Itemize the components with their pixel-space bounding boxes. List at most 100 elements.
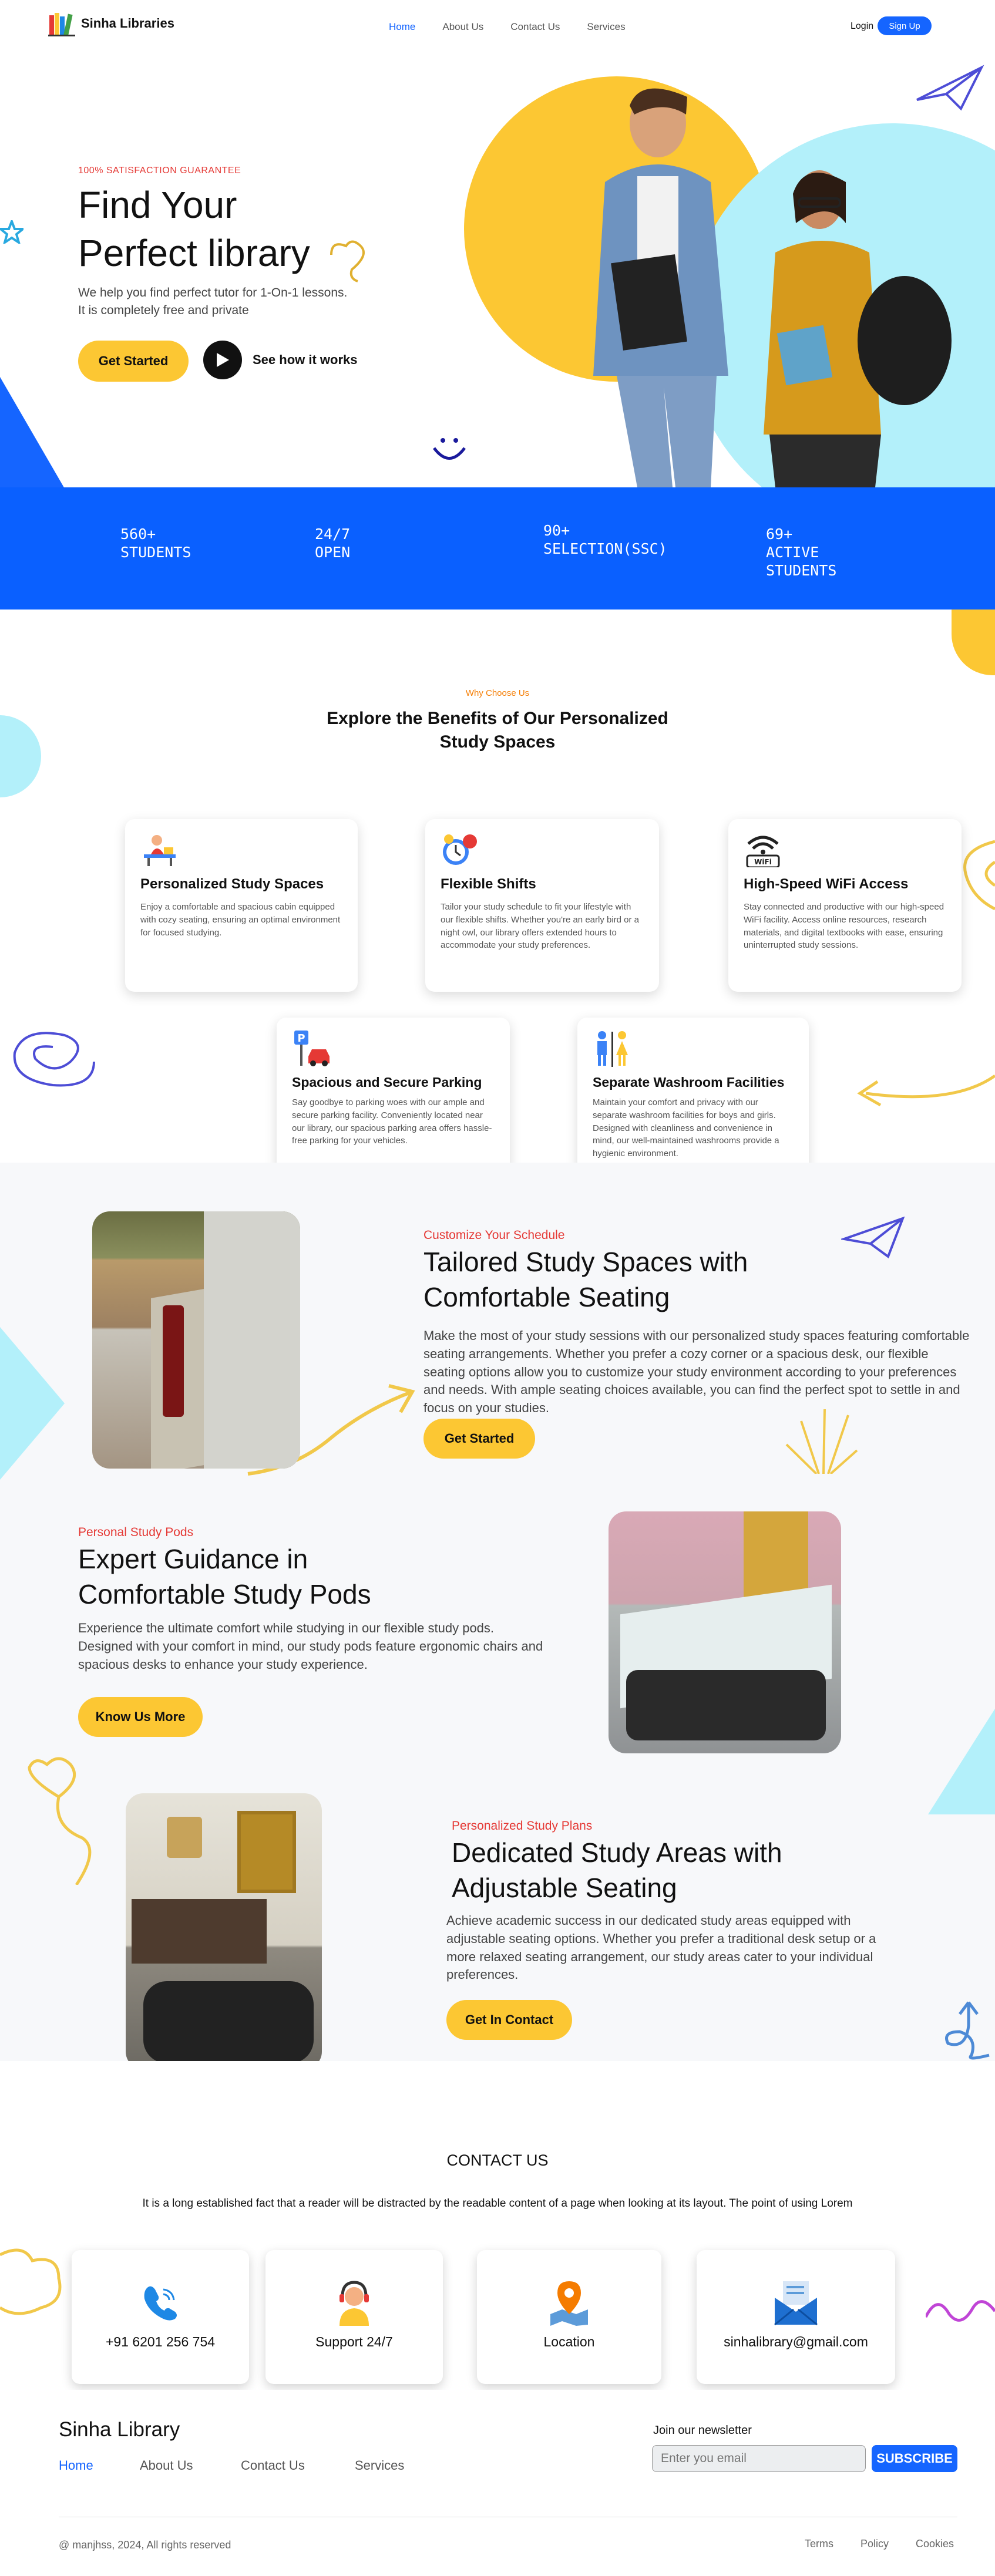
watch-video-button[interactable]: See how it works [203, 341, 358, 379]
stat-label: STUDENTS [120, 544, 191, 561]
stats-band: 560+ STUDENTS 24/7 OPEN 90+ SELECTION(SS… [0, 487, 995, 610]
top-nav: Sinha Libraries Home About Us Contact Us… [0, 0, 995, 53]
feature-title: Personalized Study Spaces [140, 876, 324, 892]
curly-arrow-doodle-icon [945, 2001, 990, 2060]
signup-button[interactable]: Sign Up [878, 16, 932, 35]
photo-study-pods [609, 1511, 841, 1753]
stat-value: 560+ [120, 526, 156, 543]
main-menu: Home About Us Contact Us Services [389, 21, 626, 33]
newsletter-email-input[interactable] [652, 2445, 866, 2472]
hero-section: 100% SATISFACTION GUARANTEE Find Your Pe… [0, 53, 995, 487]
yellow-circle-decoration [952, 610, 995, 675]
why-title-line1: Explore the Benefits of Our Personalized [327, 709, 668, 728]
block3-get-in-contact-button[interactable]: Get In Contact [446, 2000, 572, 2040]
star-icon [0, 220, 23, 244]
nav-contact[interactable]: Contact Us [510, 21, 560, 33]
blue-triangle-decoration [0, 377, 64, 487]
block2-title-line1: Expert Guidance in [78, 1544, 308, 1574]
nav-about[interactable]: About Us [442, 21, 483, 33]
desk-study-icon [144, 835, 176, 866]
feature-title: High-Speed WiFi Access [744, 876, 909, 892]
heart-doodle-icon [330, 240, 365, 282]
footer-services-link[interactable]: Services [355, 2458, 404, 2473]
block3-title-line1: Dedicated Study Areas with [452, 1837, 782, 1868]
contact-card-phone[interactable]: +91 6201 256 754 [72, 2250, 249, 2384]
feature-card-parking: P Spacious and Secure Parking Say goodby… [277, 1018, 510, 1163]
contact-card-email[interactable]: sinhalibrary@gmail.com [697, 2250, 895, 2384]
legal-links: Terms Policy Cookies [805, 2538, 954, 2550]
smile-doodle-icon [432, 438, 466, 460]
play-icon[interactable] [203, 341, 242, 379]
arrow-doodle-icon [857, 1074, 995, 1107]
wifi-icon: WiFi [746, 836, 780, 868]
footer-contact-link[interactable]: Contact Us [241, 2458, 355, 2473]
nav-services[interactable]: Services [587, 21, 625, 33]
block1-get-started-button[interactable]: Get Started [423, 1419, 535, 1459]
login-link[interactable]: Login [851, 21, 873, 32]
stat-label: OPEN [315, 544, 351, 561]
footer-brand: Sinha Library [59, 2418, 180, 2441]
block1-text: Make the most of your study sessions wit… [423, 1328, 970, 1416]
email-icon [774, 2281, 818, 2326]
block1-title-line1: Tailored Study Spaces with [423, 1247, 748, 1277]
feature-desc: Enjoy a comfortable and spacious cabin e… [140, 902, 341, 938]
feature-card-shifts: Flexible Shifts Tailor your study schedu… [425, 819, 659, 992]
washroom-icon [597, 1031, 628, 1067]
paper-plane-icon [841, 1216, 905, 1259]
footer: Sinha Library Home About Us Contact Us S… [0, 2390, 995, 2576]
stat-label-2: STUDENTS [766, 562, 837, 579]
clock-shift-icon [443, 834, 477, 865]
block2-title: Expert Guidance in Comfortable Study Pod… [78, 1542, 371, 1612]
hero-subtitle-line1: We help you find perfect tutor for 1-On-… [78, 286, 348, 299]
feature-card-personalized: Personalized Study Spaces Enjoy a comfor… [125, 819, 358, 992]
brand-logo[interactable]: Sinha Libraries [48, 11, 174, 36]
stat-open: 24/7 OPEN [315, 525, 350, 561]
terms-link[interactable]: Terms [805, 2538, 833, 2550]
hero-title-line2: Perfect library [78, 232, 310, 274]
support-agent-icon [339, 2281, 369, 2326]
block2-know-more-button[interactable]: Know Us More [78, 1697, 203, 1737]
watch-video-label[interactable]: See how it works [253, 352, 358, 368]
students-illustration [593, 88, 952, 487]
block1-tag: Customize Your Schedule [423, 1228, 565, 1242]
block3-text: Achieve academic success in our dedicate… [446, 1913, 876, 1982]
hero-subtitle: We help you find perfect tutor for 1-On-… [78, 284, 347, 319]
feature-title: Separate Washroom Facilities [593, 1075, 785, 1090]
subscribe-button[interactable]: SUBSCRIBE [872, 2445, 957, 2472]
contact-section: CONTACT US It is a long established fact… [0, 2061, 995, 2390]
hero-subtitle-line2: It is completely free and private [78, 304, 249, 317]
contact-card-label: Location [543, 2334, 595, 2349]
parking-icon: P [294, 1031, 330, 1066]
feature-title: Flexible Shifts [441, 876, 536, 892]
footer-home-link[interactable]: Home [59, 2458, 140, 2473]
contact-card-support[interactable]: Support 24/7 [265, 2250, 443, 2384]
svg-text:WiFi: WiFi [754, 858, 772, 866]
svg-text:P: P [297, 1032, 305, 1045]
stat-selection: 90+ SELECTION(SSC) [543, 521, 667, 558]
policy-link[interactable]: Policy [860, 2538, 889, 2550]
contact-card-label: sinhalibrary@gmail.com [724, 2334, 868, 2349]
cyan-triangle-decoration [0, 1327, 65, 1480]
block1-title: Tailored Study Spaces with Comfortable S… [423, 1245, 748, 1315]
study-spaces-section: Customize Your Schedule Tailored Study S… [0, 1163, 995, 2061]
stat-label: ACTIVE [766, 544, 819, 561]
block3-title-line2: Adjustable Seating [452, 1872, 677, 1903]
why-title-line2: Study Spaces [439, 732, 556, 752]
footer-about-link[interactable]: About Us [140, 2458, 241, 2473]
hero-tag: 100% SATISFACTION GUARANTEE [78, 166, 241, 176]
nav-home[interactable]: Home [389, 21, 415, 33]
location-pin-icon [550, 2281, 588, 2326]
feature-desc: Tailor your study schedule to fit your l… [441, 902, 640, 951]
wave-doodle-icon [926, 2300, 995, 2322]
books-logo-icon [48, 13, 75, 36]
phone-icon [144, 2286, 177, 2321]
contact-card-location[interactable]: Location [477, 2250, 661, 2384]
hero-get-started-button[interactable]: Get Started [78, 341, 189, 382]
feature-desc: Maintain your comfort and privacy with o… [593, 1097, 779, 1159]
feature-title: Spacious and Secure Parking [292, 1075, 482, 1090]
cookies-link[interactable]: Cookies [916, 2538, 954, 2550]
stat-value: 24/7 [315, 526, 351, 543]
cyan-triangle-decoration-right [928, 1709, 995, 1814]
feature-desc: Say goodbye to parking woes with our amp… [292, 1097, 492, 1146]
benefits-section: Why Choose Us Explore the Benefits of Ou… [0, 610, 995, 1163]
